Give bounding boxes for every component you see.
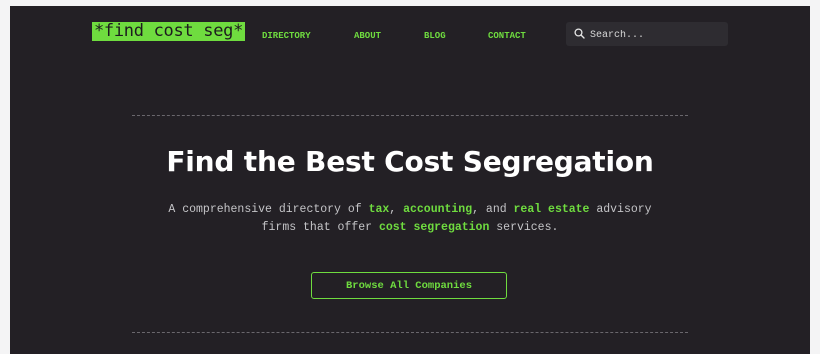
search-input[interactable] [588, 25, 722, 45]
nav-link-blog[interactable]: BLOG [424, 31, 446, 41]
subtitle-text: services. [489, 221, 559, 234]
divider-bottom [132, 332, 688, 333]
page: *find cost seg* DIRECTORY ABOUT BLOG CON… [10, 6, 810, 354]
hero-subtitle: A comprehensive directory of tax, accoun… [10, 201, 810, 237]
subtitle-text: A comprehensive directory of [168, 203, 369, 216]
nav-link-about[interactable]: ABOUT [354, 31, 381, 41]
highlight-accounting: accounting [403, 203, 473, 216]
search-icon [574, 28, 585, 39]
highlight-cost-segregation: cost segregation [378, 221, 490, 234]
highlight-real-estate: real estate [513, 203, 590, 216]
search-box[interactable] [566, 22, 728, 46]
subtitle-line-2: firms that offer cost segregation servic… [262, 221, 559, 234]
subtitle-text: advisory [589, 203, 652, 216]
subtitle-line-1: A comprehensive directory of tax, accoun… [168, 203, 651, 216]
hero-title: Find the Best Cost Segregation [166, 145, 654, 178]
site-logo[interactable]: *find cost seg* [92, 22, 246, 41]
highlight-tax: tax [368, 203, 390, 216]
browse-all-companies-button[interactable]: Browse All Companies [311, 272, 507, 299]
subtitle-text: , [389, 203, 404, 216]
nav-link-contact[interactable]: CONTACT [488, 31, 526, 41]
divider-top [132, 115, 688, 116]
subtitle-text: , and [472, 203, 514, 216]
subtitle-text: firms that offer [261, 221, 379, 234]
nav-link-directory[interactable]: DIRECTORY [262, 31, 311, 41]
